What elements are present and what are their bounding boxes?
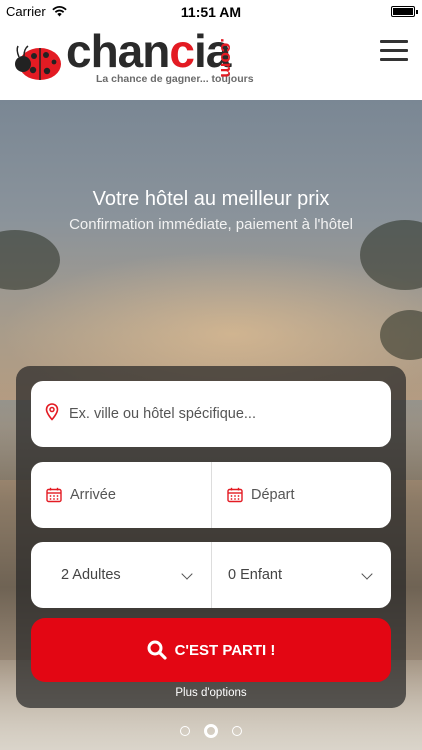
map-pin-icon xyxy=(45,403,59,421)
search-panel: Ex. ville ou hôtel spécifique... Arrivée xyxy=(16,366,406,708)
children-select[interactable]: 0 Enfant xyxy=(211,542,391,608)
hero-subtitle: Confirmation immédiate, paiement à l'hôt… xyxy=(69,216,353,233)
guests-row: 2 Adultes 0 Enfant xyxy=(31,542,391,608)
carousel-dot[interactable] xyxy=(232,726,242,736)
adults-value: 2 Adultes xyxy=(61,567,121,583)
ladybug-icon xyxy=(15,45,61,80)
arrival-field[interactable]: Arrivée xyxy=(31,462,211,528)
battery-icon xyxy=(391,6,418,17)
adults-select[interactable]: 2 Adultes xyxy=(31,542,211,608)
search-submit-button[interactable]: C'EST PARTI ! xyxy=(31,618,391,682)
hero-section: Votre hôtel au meilleur prix Confirmatio… xyxy=(0,100,422,750)
status-time: 11:51 AM xyxy=(180,4,242,20)
dates-row: Arrivée Départ xyxy=(31,462,391,528)
wordmark-part-accent: c xyxy=(169,25,195,77)
calendar-icon xyxy=(46,487,62,503)
brand-tagline: La chance de gagner... toujours xyxy=(96,73,254,85)
carousel-dots xyxy=(0,724,422,738)
hero-title: Votre hôtel au meilleur prix xyxy=(92,188,330,210)
submit-label: C'EST PARTI ! xyxy=(174,641,276,659)
carousel-dot[interactable] xyxy=(180,726,190,736)
search-icon xyxy=(147,640,167,660)
children-value: 0 Enfant xyxy=(228,567,283,583)
wordmark-part: chan xyxy=(66,25,170,77)
more-options-link[interactable]: Plus d'options xyxy=(16,687,406,699)
brand-logo[interactable]: chancia .com La chance de gagner... touj… xyxy=(14,26,274,96)
chevron-down-icon xyxy=(181,568,193,580)
arrival-label: Arrivée xyxy=(70,487,116,503)
chevron-down-icon xyxy=(361,568,373,580)
destination-field[interactable]: Ex. ville ou hôtel spécifique... xyxy=(31,381,391,447)
destination-placeholder: Ex. ville ou hôtel spécifique... xyxy=(69,406,256,422)
brand-wordmark: chancia xyxy=(66,25,231,77)
status-bar: Carrier 11:51 AM xyxy=(0,0,422,22)
departure-field[interactable]: Départ xyxy=(211,462,391,528)
departure-label: Départ xyxy=(251,487,295,503)
calendar-icon xyxy=(227,487,243,503)
hamburger-menu-icon[interactable] xyxy=(380,40,408,62)
app-header: chancia .com La chance de gagner... touj… xyxy=(0,22,422,100)
carousel-dot-active[interactable] xyxy=(204,724,218,738)
